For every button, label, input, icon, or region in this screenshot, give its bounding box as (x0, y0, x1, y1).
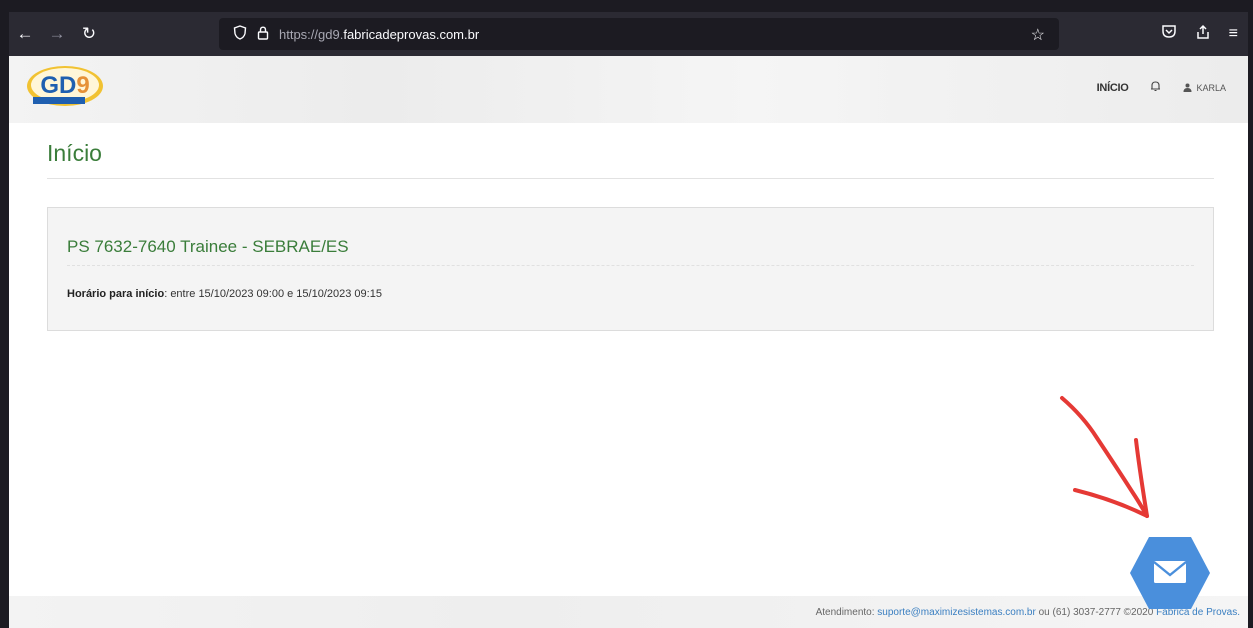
url-text[interactable]: https://gd9.fabricadeprovas.com.br (279, 27, 479, 42)
exam-title[interactable]: PS 7632-7640 Trainee - SEBRAE/ES (67, 237, 349, 257)
browser-toolbar: ← → ↻ https://gd9.fabricadeprovas.com.br… (9, 12, 1248, 56)
shield-icon[interactable] (233, 25, 247, 43)
exam-time-value: : entre 15/10/2023 09:00 e 15/10/2023 09… (164, 288, 382, 300)
url-domain: fabricadeprovas.com.br (343, 26, 480, 42)
nav-inicio-link[interactable]: INÍCIO (1097, 82, 1129, 94)
window-frame-right (1248, 0, 1253, 628)
support-email-link[interactable]: suporte@maximizesistemas.com.br (877, 607, 1036, 618)
exam-card[interactable]: PS 7632-7640 Trainee - SEBRAE/ES Horário… (47, 207, 1214, 331)
envelope-icon (1153, 561, 1187, 583)
site-header: GD9 INÍCIO KARLA (9, 56, 1248, 123)
footer-label: Atendimento: (815, 607, 878, 618)
star-icon[interactable]: ☆ (1031, 25, 1045, 45)
footer: Atendimento: suporte@maximizesistemas.co… (9, 596, 1248, 628)
window-frame-left (0, 0, 9, 628)
back-icon[interactable]: ← (9, 24, 41, 44)
window-frame-top (0, 0, 1253, 12)
bell-icon[interactable] (1150, 80, 1161, 95)
user-icon (1183, 83, 1192, 92)
toolbar-right: ≡ (1161, 12, 1238, 56)
url-prefix: https://gd9. (279, 26, 344, 42)
title-divider (47, 178, 1214, 179)
contact-button[interactable] (1128, 531, 1212, 615)
exam-start-time: Horário para início: entre 15/10/2023 09… (67, 288, 382, 300)
annotation-arrow (1060, 396, 1149, 518)
user-name: KARLA (1196, 82, 1226, 93)
pocket-icon[interactable] (1161, 24, 1177, 44)
address-bar[interactable]: https://gd9.fabricadeprovas.com.br ☆ (219, 18, 1059, 50)
forward-icon[interactable]: → (41, 24, 73, 44)
page-title: Início (47, 140, 102, 166)
share-icon[interactable] (1195, 24, 1211, 45)
user-menu[interactable]: KARLA (1183, 83, 1226, 93)
card-divider (67, 265, 1194, 266)
menu-icon[interactable]: ≡ (1229, 25, 1238, 43)
gd9-logo[interactable]: GD9 (25, 64, 105, 110)
lock-icon[interactable] (257, 25, 269, 43)
header-nav: INÍCIO KARLA (1097, 80, 1226, 95)
svg-text:GD9: GD9 (40, 72, 89, 99)
reload-icon[interactable]: ↻ (73, 24, 105, 44)
exam-time-label: Horário para início (67, 288, 165, 300)
